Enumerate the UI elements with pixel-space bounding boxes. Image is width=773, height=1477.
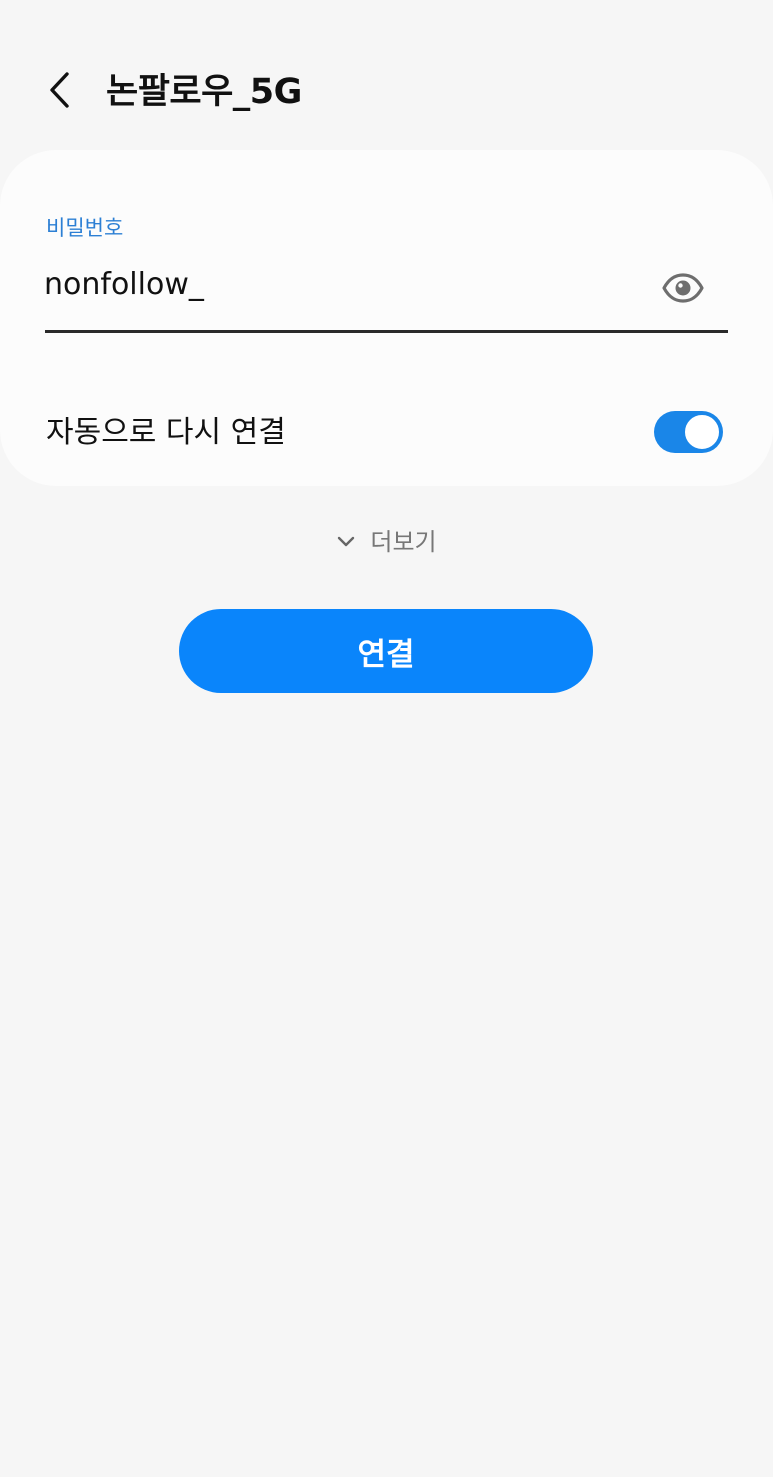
auto-reconnect-label: 자동으로 다시 연결 (46, 415, 286, 450)
more-options-button[interactable]: 더보기 (0, 520, 773, 564)
connect-button[interactable]: 연결 (179, 609, 593, 693)
app-header: 논팔로우_5G (0, 0, 773, 150)
eye-icon (662, 273, 704, 307)
page-title: 논팔로우_5G (106, 72, 302, 112)
toggle-knob (683, 413, 721, 451)
auto-reconnect-toggle[interactable] (654, 411, 723, 453)
password-label: 비밀번호 (46, 216, 124, 240)
chevron-down-icon (336, 532, 356, 552)
password-underline (45, 330, 728, 333)
password-input[interactable] (44, 261, 634, 309)
auto-reconnect-row[interactable]: 자동으로 다시 연결 (0, 400, 773, 466)
network-settings-card: 비밀번호 자동으로 다시 연결 (0, 150, 773, 486)
show-password-button[interactable] (659, 268, 707, 312)
more-options-label: 더보기 (370, 528, 437, 556)
back-button[interactable] (36, 66, 84, 118)
chevron-left-icon (47, 70, 73, 114)
